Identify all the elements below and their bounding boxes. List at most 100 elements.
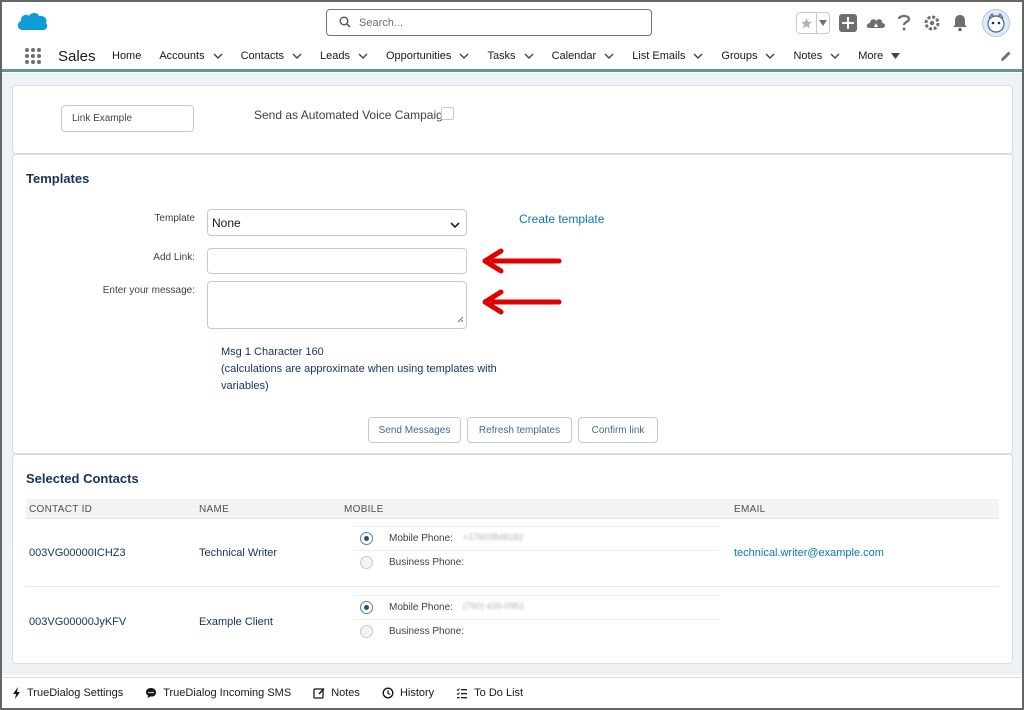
chevron-down-icon[interactable] bbox=[765, 50, 775, 62]
salesforce-cloud-logo[interactable] bbox=[14, 10, 50, 34]
search-input[interactable] bbox=[357, 13, 637, 32]
notes-icon bbox=[313, 687, 325, 699]
header-utility-icons bbox=[796, 8, 1010, 38]
contact-name-cell[interactable]: Example Client bbox=[199, 616, 273, 628]
business-phone-radio[interactable] bbox=[360, 556, 373, 569]
utility-item-label: Notes bbox=[331, 687, 360, 699]
chevron-down-icon[interactable] bbox=[817, 13, 829, 33]
page-content: Link Example Send as Automated Voice Cam… bbox=[2, 73, 1022, 675]
chevron-down-icon[interactable] bbox=[459, 50, 469, 62]
link-example-field[interactable]: Link Example bbox=[61, 105, 194, 132]
notifications-bell-icon[interactable] bbox=[950, 12, 970, 34]
link-options-card: Link Example Send as Automated Voice Cam… bbox=[12, 85, 1013, 154]
chat-bubble-icon bbox=[145, 687, 157, 699]
app-navigation-bar: Sales Home Accounts Contacts Leads Oppor… bbox=[2, 42, 1022, 72]
column-header-mobile[interactable]: MOBILE bbox=[344, 504, 384, 515]
nav-item-groups[interactable]: Groups bbox=[721, 50, 775, 62]
nav-item-label: Groups bbox=[721, 49, 758, 62]
nav-item-label: Home bbox=[112, 49, 142, 62]
template-selected-value: None bbox=[212, 216, 241, 230]
contacts-table-header: CONTACT ID NAME MOBILE EMAIL bbox=[26, 499, 999, 519]
global-search-box[interactable] bbox=[326, 9, 652, 36]
business-phone-option[interactable]: Business Phone: bbox=[353, 550, 720, 574]
app-launcher-icon[interactable] bbox=[24, 47, 42, 68]
nav-item-opportunities[interactable]: Opportunities bbox=[386, 50, 469, 62]
calculation-note: (calculations are approximate when using… bbox=[221, 363, 497, 392]
contact-id-cell[interactable]: 003VG00000JyKFV bbox=[29, 616, 126, 628]
column-header-contact-id[interactable]: CONTACT ID bbox=[29, 504, 92, 515]
column-header-email[interactable]: EMAIL bbox=[734, 504, 766, 515]
utility-truedialog-settings[interactable]: TrueDialog Settings bbox=[12, 687, 123, 699]
nav-item-label: List Emails bbox=[632, 49, 686, 62]
nav-item-more[interactable]: More bbox=[858, 49, 901, 62]
utility-history[interactable]: History bbox=[382, 687, 434, 699]
chevron-down-icon[interactable] bbox=[524, 50, 534, 62]
search-icon bbox=[339, 16, 351, 31]
global-header bbox=[2, 2, 1022, 42]
add-link-input[interactable] bbox=[207, 248, 467, 274]
edit-nav-pencil-icon[interactable] bbox=[1000, 50, 1012, 65]
template-select[interactable]: None bbox=[207, 209, 467, 236]
contact-id-cell[interactable]: 003VG00000ICHZ3 bbox=[29, 547, 126, 559]
phone-value: +17603848182 bbox=[463, 532, 524, 542]
mobile-phone-option[interactable]: Mobile Phone: (760) 426-0951 bbox=[353, 595, 720, 619]
chevron-down-icon[interactable] bbox=[693, 50, 703, 62]
confirm-link-button[interactable]: Confirm link bbox=[578, 417, 658, 443]
mobile-phone-radio[interactable] bbox=[360, 532, 373, 545]
contact-email-link[interactable]: technical.writer@example.com bbox=[734, 547, 884, 559]
contact-name-cell[interactable]: Technical Writer bbox=[199, 547, 277, 559]
favorites-button[interactable] bbox=[796, 12, 830, 34]
red-annotation-arrow bbox=[471, 289, 563, 318]
chevron-down-icon bbox=[450, 218, 460, 232]
nav-item-label: More bbox=[858, 49, 884, 62]
utility-item-label: TrueDialog Settings bbox=[27, 687, 124, 699]
nav-item-calendar[interactable]: Calendar bbox=[552, 50, 615, 62]
create-template-link[interactable]: Create template bbox=[519, 212, 604, 226]
phone-type-label: Mobile Phone: bbox=[389, 533, 453, 544]
message-textarea[interactable] bbox=[207, 281, 467, 329]
add-icon[interactable] bbox=[838, 12, 858, 34]
voice-campaign-checkbox[interactable] bbox=[441, 107, 454, 120]
caret-down-icon[interactable] bbox=[891, 50, 901, 62]
chevron-down-icon[interactable] bbox=[213, 50, 223, 62]
chevron-down-icon[interactable] bbox=[604, 50, 614, 62]
nav-item-notes[interactable]: Notes bbox=[793, 50, 840, 62]
phone-type-label: Mobile Phone: bbox=[389, 602, 453, 613]
user-avatar[interactable] bbox=[982, 9, 1010, 37]
star-icon[interactable] bbox=[797, 13, 817, 33]
business-phone-option[interactable]: Business Phone: bbox=[353, 619, 720, 643]
nav-item-contacts[interactable]: Contacts bbox=[241, 50, 302, 62]
chevron-down-icon[interactable] bbox=[830, 50, 840, 62]
selected-contacts-card: Selected Contacts CONTACT ID NAME MOBILE… bbox=[12, 454, 1013, 664]
message-character-info: Msg 1 Character 160 (calculations are ap… bbox=[221, 344, 521, 395]
utility-to-do-list[interactable]: To Do List bbox=[456, 687, 523, 699]
chevron-down-icon[interactable] bbox=[358, 50, 368, 62]
utility-notes[interactable]: Notes bbox=[313, 687, 360, 699]
nav-item-list-emails[interactable]: List Emails bbox=[632, 50, 703, 62]
utility-truedialog-incoming-sms[interactable]: TrueDialog Incoming SMS bbox=[145, 687, 291, 699]
business-phone-radio[interactable] bbox=[360, 625, 373, 638]
resize-handle-icon[interactable] bbox=[457, 312, 464, 326]
trailhead-icon[interactable] bbox=[866, 12, 886, 34]
nav-item-accounts[interactable]: Accounts bbox=[159, 50, 223, 62]
column-header-name[interactable]: NAME bbox=[199, 504, 229, 515]
templates-section-title: Templates bbox=[26, 171, 90, 186]
refresh-templates-button[interactable]: Refresh templates bbox=[467, 417, 572, 443]
help-icon[interactable] bbox=[894, 12, 914, 34]
nav-item-label: Notes bbox=[793, 49, 823, 62]
setup-gear-icon[interactable] bbox=[922, 12, 942, 34]
nav-item-leads[interactable]: Leads bbox=[320, 50, 368, 62]
nav-item-label: Calendar bbox=[551, 49, 597, 62]
phone-value: (760) 426-0951 bbox=[463, 601, 525, 611]
nav-item-tasks[interactable]: Tasks bbox=[487, 50, 534, 62]
selected-contacts-title: Selected Contacts bbox=[26, 471, 139, 486]
nav-item-home[interactable]: Home bbox=[112, 50, 141, 62]
template-label: Template bbox=[154, 213, 195, 224]
send-messages-button[interactable]: Send Messages bbox=[368, 417, 461, 443]
lightning-icon bbox=[12, 687, 21, 699]
chevron-down-icon[interactable] bbox=[292, 50, 302, 62]
mobile-phone-radio[interactable] bbox=[360, 601, 373, 614]
nav-items: Home Accounts Contacts Leads Opportuniti… bbox=[112, 42, 918, 69]
phone-type-label: Business Phone: bbox=[389, 626, 465, 637]
mobile-phone-option[interactable]: Mobile Phone: +17603848182 bbox=[353, 526, 720, 550]
